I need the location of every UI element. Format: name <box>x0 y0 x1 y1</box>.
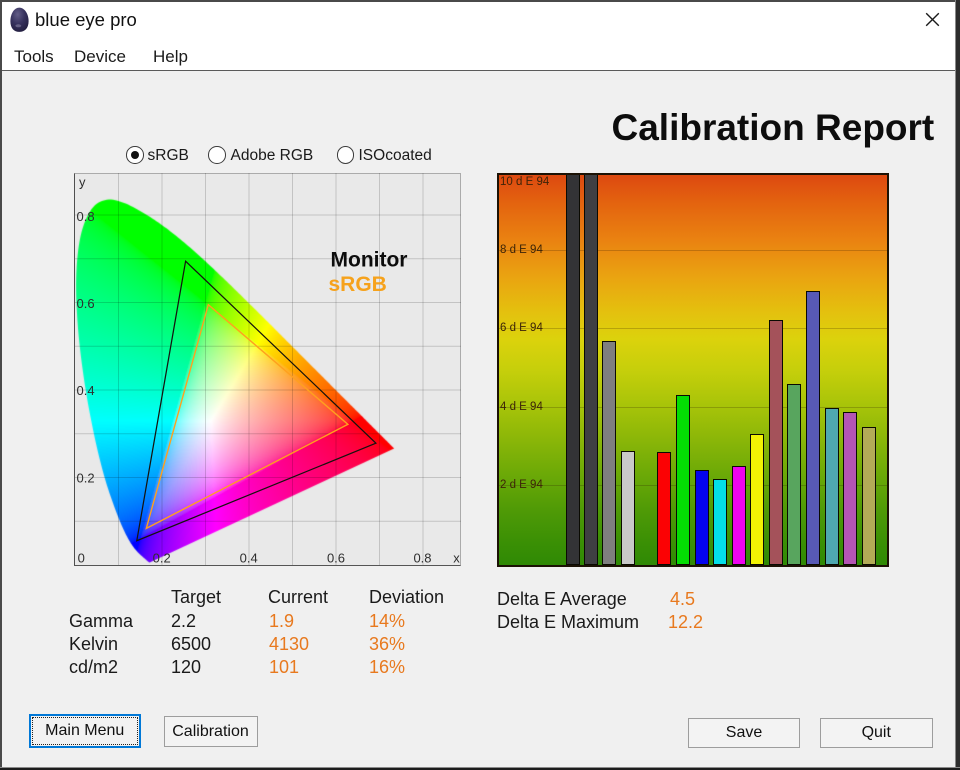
svg-text:0.8: 0.8 <box>76 209 94 224</box>
svg-text:0.6: 0.6 <box>76 296 94 311</box>
svg-text:0.4: 0.4 <box>239 551 257 566</box>
svg-text:Monitor: Monitor <box>330 249 407 272</box>
svg-text:sRGB: sRGB <box>328 273 386 296</box>
svg-text:0.6: 0.6 <box>326 551 344 566</box>
svg-text:0.8: 0.8 <box>413 551 431 566</box>
svg-text:y: y <box>79 175 86 190</box>
svg-text:0.2: 0.2 <box>152 551 170 566</box>
svg-text:x: x <box>453 551 460 566</box>
svg-text:0.4: 0.4 <box>76 383 94 398</box>
svg-text:0.2: 0.2 <box>76 471 94 486</box>
svg-text:0: 0 <box>77 551 84 566</box>
